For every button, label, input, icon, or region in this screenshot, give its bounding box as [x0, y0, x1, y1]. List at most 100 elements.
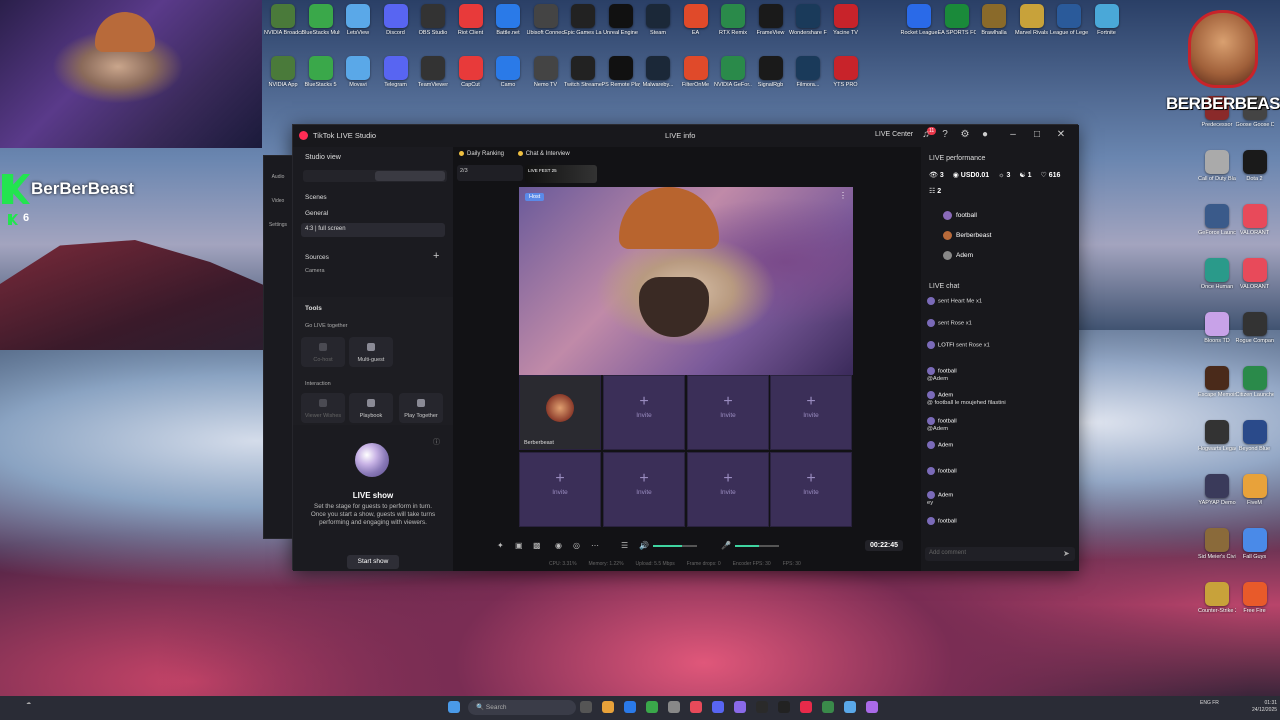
help-icon[interactable]: ?	[938, 129, 952, 140]
weather-widget[interactable]: ☁	[26, 700, 31, 707]
desktop-icon[interactable]: Once Human	[1198, 258, 1236, 304]
record-icon[interactable]: ◉	[555, 541, 562, 550]
desktop-icon[interactable]: CapCut	[452, 56, 490, 102]
invite-slot[interactable]: + Invite	[603, 375, 685, 450]
desktop-icon[interactable]: Rogue Company	[1236, 312, 1274, 358]
invite-slot[interactable]: + Invite	[603, 452, 685, 527]
desktop-icon[interactable]: Malwareby...	[639, 56, 677, 102]
invite-slot[interactable]: + Invite	[519, 452, 601, 527]
desktop-icon[interactable]: Call of Duty Black Ops...	[1198, 150, 1236, 196]
clock[interactable]: 01:31 24/12/2025	[1252, 700, 1277, 714]
taskbar-app-icon[interactable]	[712, 701, 724, 713]
live-info-link[interactable]: LIVE info	[665, 131, 695, 140]
taskbar-app-icon[interactable]	[734, 701, 746, 713]
desktop-icon[interactable]: FilterOnMe	[677, 56, 715, 102]
desktop-icon[interactable]: VALORANT	[1236, 204, 1274, 250]
desktop-icon[interactable]: Beyond Blue	[1236, 420, 1274, 466]
taskbar-app-icon[interactable]	[646, 701, 658, 713]
chat-message[interactable]: sent Heart Me x1	[927, 297, 1075, 306]
chat-message[interactable]: LOTFI sent Rose x1	[927, 341, 1075, 350]
speaker-icon[interactable]: 🔊	[639, 541, 649, 550]
desktop-icon[interactable]: NVIDIA App	[264, 56, 302, 102]
desktop-icon[interactable]: Epic Games Launcher	[564, 4, 602, 50]
desktop-icon[interactable]: Free Fire	[1236, 582, 1274, 628]
rail-video[interactable]: Video	[264, 198, 292, 204]
desktop-icon[interactable]: Discord	[377, 4, 415, 50]
chat-message[interactable]: football	[927, 517, 1075, 526]
add-source-icon[interactable]: +	[433, 250, 439, 262]
mixer-icon[interactable]: ☰	[621, 541, 628, 550]
desktop-icon[interactable]: FiveM	[1236, 474, 1274, 520]
desktop-icon[interactable]: BlueStacks Multi-Insta...	[302, 4, 340, 50]
studio-view-dropdown[interactable]: Studio view	[305, 154, 341, 161]
desktop-icon[interactable]: Citizen Launcher	[1236, 366, 1274, 412]
desktop-icon[interactable]: SignalRgb	[752, 56, 790, 102]
desktop-icon[interactable]: OBS Studio	[414, 4, 452, 50]
chat-message[interactable]: football @Adem	[927, 367, 1075, 384]
desktop-icon[interactable]: Steam	[639, 4, 677, 50]
chat-message[interactable]: sent Rose x1	[927, 319, 1075, 328]
mic-icon[interactable]: 🎤	[721, 541, 731, 550]
send-icon[interactable]: ➤	[1063, 549, 1070, 558]
rail-audio[interactable]: Audio	[264, 174, 292, 180]
desktop-icon[interactable]: Camo	[489, 56, 527, 102]
desktop-icon[interactable]: NVIDIA GeFor...	[714, 56, 752, 102]
taskbar-app-icon[interactable]	[844, 701, 856, 713]
desktop-icon[interactable]: LetsView	[339, 4, 377, 50]
taskbar-app-icon[interactable]	[778, 701, 790, 713]
desktop-icon[interactable]: PS Remote Play	[602, 56, 640, 102]
desktop-icon[interactable]: Hogwarts Legacy	[1198, 420, 1236, 466]
taskbar-app-icon[interactable]	[822, 701, 834, 713]
desktop-icon[interactable]: BlueStacks 5	[302, 56, 340, 102]
guest-cell[interactable]: Berberbeast	[519, 375, 601, 450]
start-icon[interactable]	[448, 701, 460, 713]
ranking-widget[interactable]: 2/3	[457, 165, 523, 181]
desktop-icon[interactable]: Ubisoft Connect	[527, 4, 565, 50]
layout-toggle[interactable]	[303, 170, 447, 182]
start-show-button[interactable]: Start show	[347, 555, 399, 569]
tab-daily-ranking[interactable]: Daily Ranking	[459, 151, 504, 157]
invite-slot[interactable]: + Invite	[687, 452, 769, 527]
live-fest-banner[interactable]: LIVE FEST 25	[525, 165, 597, 183]
desktop-icon[interactable]: GeForce Launcher	[1198, 204, 1236, 250]
rail-settings[interactable]: Settings	[264, 222, 292, 228]
taskbar-app-icon[interactable]	[624, 701, 636, 713]
more-options-icon[interactable]: ⋯	[591, 541, 599, 550]
invite-slot[interactable]: + Invite	[687, 375, 769, 450]
desktop-icon[interactable]: Dota 2	[1236, 150, 1274, 196]
more-icon[interactable]: ⋮	[839, 191, 847, 200]
desktop-icon[interactable]: League of Legends	[1050, 4, 1088, 50]
desktop-icon[interactable]: FrameView	[752, 4, 790, 50]
close-button[interactable]: ✕	[1054, 129, 1068, 140]
desktop-icon[interactable]: Escape Memoirs	[1198, 366, 1236, 412]
taskbar-app-icon[interactable]	[690, 701, 702, 713]
multiguest-button[interactable]: Multi-guest	[349, 337, 393, 367]
taskbar-app-icon[interactable]	[756, 701, 768, 713]
desktop-icon[interactable]: Counter-Strike 2	[1198, 582, 1236, 628]
desktop-icon[interactable]: Fortnite	[1088, 4, 1126, 50]
desktop-icon[interactable]: Wondershare Filmora 13	[789, 4, 827, 50]
taskbar-app-icon[interactable]	[866, 701, 878, 713]
chat-message[interactable]: football	[927, 467, 1075, 476]
chat-message[interactable]: Adem	[927, 441, 1075, 450]
desktop-icon[interactable]: Twitch Streamer	[564, 56, 602, 102]
desktop-icon[interactable]: Telegram	[377, 56, 415, 102]
invite-slot[interactable]: + Invite	[770, 375, 852, 450]
desktop-icon[interactable]: TeamViewer	[414, 56, 452, 102]
tab-chat-interview[interactable]: Chat & Interview	[517, 151, 570, 157]
play-together-button[interactable]: Play Together	[399, 393, 443, 423]
desktop-icon[interactable]: EA SPORTS FC 25	[938, 4, 976, 50]
chat-message[interactable]: Adem @ football le moujehed filastini	[927, 391, 1075, 408]
mic-slider[interactable]	[735, 545, 779, 547]
desktop-icon[interactable]: YAPYAP Demo	[1198, 474, 1236, 520]
language-indicator[interactable]: ENG FR	[1200, 700, 1219, 707]
ranking-item[interactable]: Berberbeast	[943, 231, 991, 240]
ranking-item[interactable]: football	[943, 211, 977, 220]
desktop-icon[interactable]: Fall Guys	[1236, 528, 1274, 574]
layout-icon[interactable]: ▣	[515, 541, 523, 550]
desktop-icon[interactable]: Yacine TV	[827, 4, 865, 50]
maximize-button[interactable]: □	[1030, 129, 1044, 140]
volume-slider[interactable]	[653, 545, 697, 547]
desktop-icon[interactable]: Battle.net	[489, 4, 527, 50]
desktop-icon[interactable]: VALORANT	[1236, 258, 1274, 304]
